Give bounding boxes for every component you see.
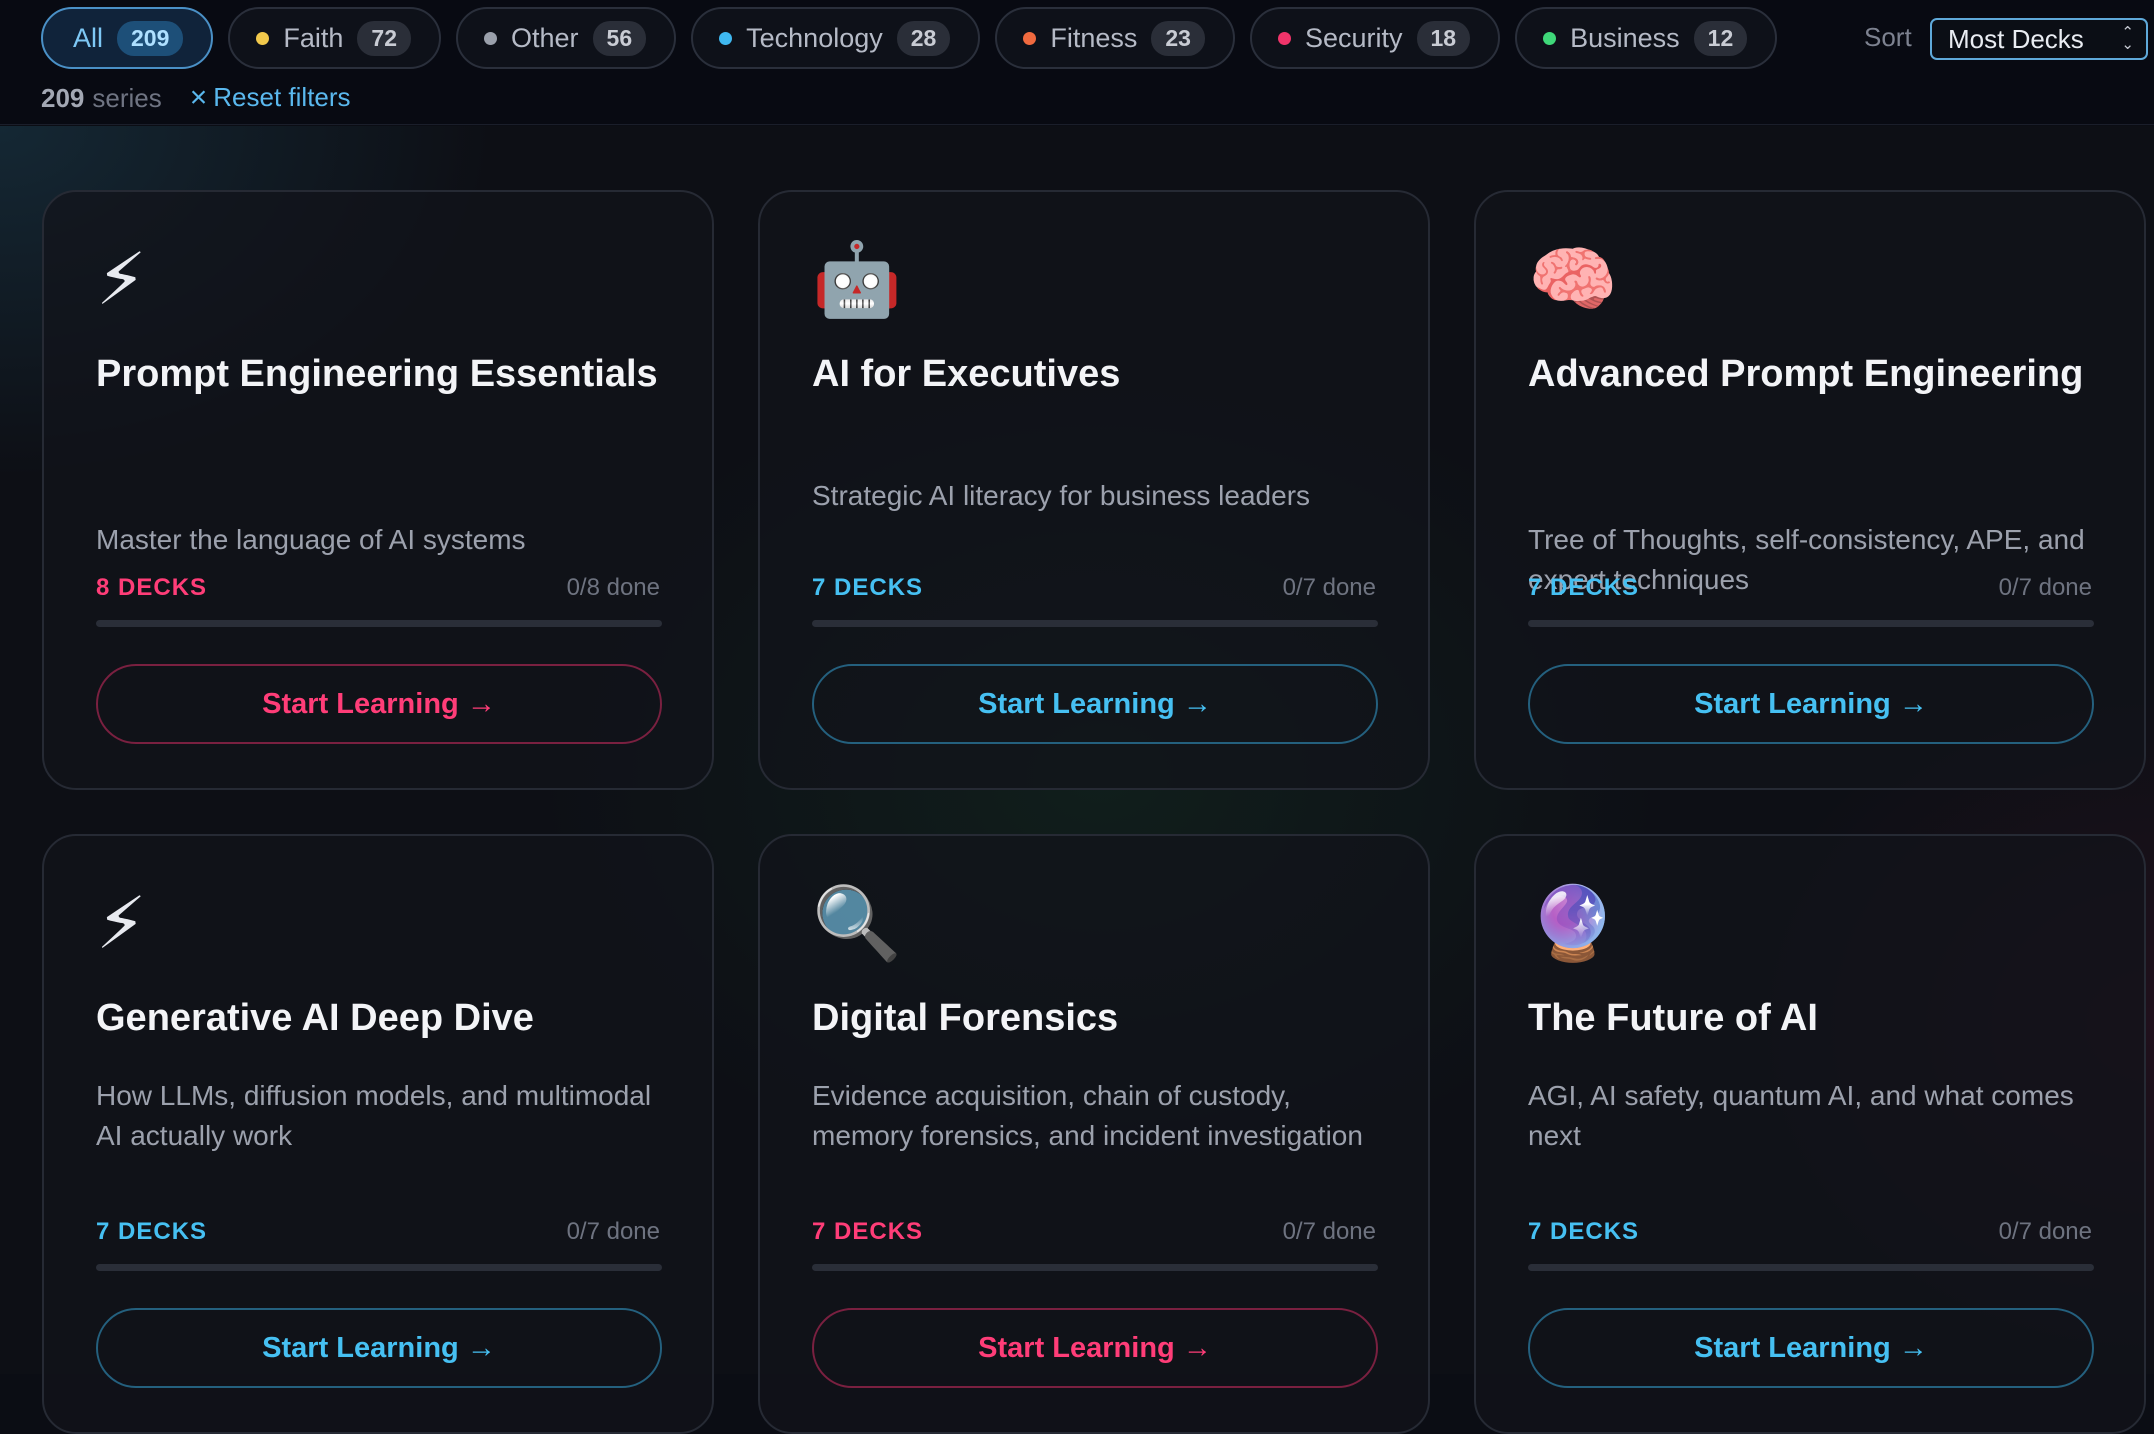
progress-text: 0/7 done <box>1998 574 2092 601</box>
filter-chip-label: Other <box>511 22 579 53</box>
card-description: AGI, AI safety, quantum AI, and what com… <box>1528 1080 2074 1151</box>
filter-chip-label: Security <box>1304 22 1403 53</box>
progress-bar <box>96 1264 662 1271</box>
category-dot-icon <box>1023 31 1037 45</box>
card-title: AI for Executives <box>812 353 1121 395</box>
filter-chip-security[interactable]: Security 18 <box>1249 7 1501 69</box>
category-dot-icon <box>1277 31 1291 45</box>
deck-count: 7 DECKS <box>96 1218 208 1245</box>
sort-value: Most Decks <box>1948 23 2084 54</box>
series-card[interactable]: ⚡ Generative AI Deep Dive How LLMs, diff… <box>42 834 714 1434</box>
sort-select[interactable]: Most Decks ⌃ ⌄ <box>1930 18 2148 60</box>
filter-chip-count: 56 <box>592 20 647 56</box>
card-title: Prompt Engineering Essentials <box>96 353 658 395</box>
progress-text: 0/8 done <box>566 574 660 601</box>
deck-count: 7 DECKS <box>1528 1218 1640 1245</box>
category-filters: All 209 Faith 72 Other 56 Technology 28 … <box>41 7 1778 69</box>
filter-chip-count: 18 <box>1416 20 1471 56</box>
lightning-icon: ⚡ <box>96 884 147 964</box>
series-card[interactable]: 🔮 The Future of AI AGI, AI safety, quant… <box>1474 834 2146 1434</box>
filter-chip-count: 72 <box>357 20 412 56</box>
start-learning-button[interactable]: Start Learning → <box>812 1308 1378 1388</box>
series-card[interactable]: 🤖 AI for Executives Strategic AI literac… <box>758 190 1430 790</box>
deck-count: 7 DECKS <box>812 1218 924 1245</box>
category-dot-icon <box>256 31 270 45</box>
progress-text: 0/7 done <box>1998 1218 2092 1245</box>
category-dot-icon <box>484 31 498 45</box>
filter-chip-label: Technology <box>746 22 883 53</box>
category-dot-icon <box>1543 31 1557 45</box>
deck-count: 7 DECKS <box>812 574 924 601</box>
progress-text: 0/7 done <box>1282 574 1376 601</box>
filter-chip-count: 12 <box>1693 20 1748 56</box>
progress-bar <box>1528 1264 2094 1271</box>
series-card[interactable]: 🧠 Advanced Prompt Engineering Tree of Th… <box>1474 190 2146 790</box>
filter-chip-count: 28 <box>896 20 951 56</box>
filter-chip-label: Fitness <box>1050 22 1138 53</box>
start-learning-button[interactable]: Start Learning → <box>96 1308 662 1388</box>
reset-filters-link[interactable]: × Reset filters <box>190 82 351 113</box>
series-unit: series <box>92 82 162 113</box>
series-card[interactable]: 🔍 Digital Forensics Evidence acquisition… <box>758 834 1430 1434</box>
card-title: Generative AI Deep Dive <box>96 997 534 1039</box>
card-description: Evidence acquisition, chain of custody, … <box>812 1080 1363 1151</box>
filter-chip-count: 209 <box>117 20 184 56</box>
card-title: The Future of AI <box>1528 997 1818 1039</box>
chevron-up-down-icon: ⌃ ⌄ <box>2121 24 2134 53</box>
filter-chip-business[interactable]: Business 12 <box>1515 7 1778 69</box>
start-learning-button[interactable]: Start Learning → <box>1528 1308 2094 1388</box>
progress-bar <box>812 620 1378 627</box>
card-title: Digital Forensics <box>812 997 1119 1039</box>
filter-chip-technology[interactable]: Technology 28 <box>691 7 981 69</box>
robot-icon: 🤖 <box>812 240 902 320</box>
filter-chip-all[interactable]: All 209 <box>41 7 214 69</box>
filter-chip-other[interactable]: Other 56 <box>456 7 677 69</box>
progress-bar <box>812 1264 1378 1271</box>
progress-text: 0/7 done <box>1282 1218 1376 1245</box>
series-grid: ⚡ Prompt Engineering Essentials Master t… <box>0 126 2154 1434</box>
category-dot-icon <box>719 31 733 45</box>
filter-chip-label: All <box>73 22 104 53</box>
start-learning-button[interactable]: Start Learning → <box>96 664 662 744</box>
card-description: How LLMs, diffusion models, and multimod… <box>96 1080 652 1151</box>
magnifier-icon: 🔍 <box>812 884 902 964</box>
sort-label: Sort <box>1864 22 1912 52</box>
series-count: 209 <box>41 82 85 113</box>
start-learning-button[interactable]: Start Learning → <box>1528 664 2094 744</box>
filter-chip-count: 23 <box>1151 20 1205 56</box>
progress-bar <box>96 620 662 627</box>
filter-chip-label: Faith <box>283 22 344 53</box>
close-icon: × <box>189 80 208 114</box>
filter-bar: All 209 Faith 72 Other 56 Technology 28 … <box>0 0 2154 125</box>
filter-chip-label: Business <box>1570 22 1680 53</box>
card-title: Advanced Prompt Engineering <box>1528 353 2084 395</box>
lightning-icon: ⚡ <box>96 240 147 320</box>
start-learning-button[interactable]: Start Learning → <box>812 664 1378 744</box>
reset-filters-label: Reset filters <box>213 82 351 112</box>
series-card[interactable]: ⚡ Prompt Engineering Essentials Master t… <box>42 190 714 790</box>
results-meta: 209 series × Reset filters <box>41 82 351 114</box>
filter-chip-fitness[interactable]: Fitness 23 <box>995 7 1235 69</box>
filter-chip-faith[interactable]: Faith 72 <box>228 7 442 69</box>
deck-count: 7 DECKS <box>1528 574 1640 601</box>
card-description: Strategic AI literacy for business leade… <box>812 480 1311 511</box>
progress-bar <box>1528 620 2094 627</box>
card-description: Master the language of AI systems <box>96 524 526 555</box>
deck-count: 8 DECKS <box>96 574 208 601</box>
progress-text: 0/7 done <box>566 1218 660 1245</box>
brain-icon: 🧠 <box>1528 240 1618 320</box>
crystal-ball-icon: 🔮 <box>1528 884 1618 964</box>
